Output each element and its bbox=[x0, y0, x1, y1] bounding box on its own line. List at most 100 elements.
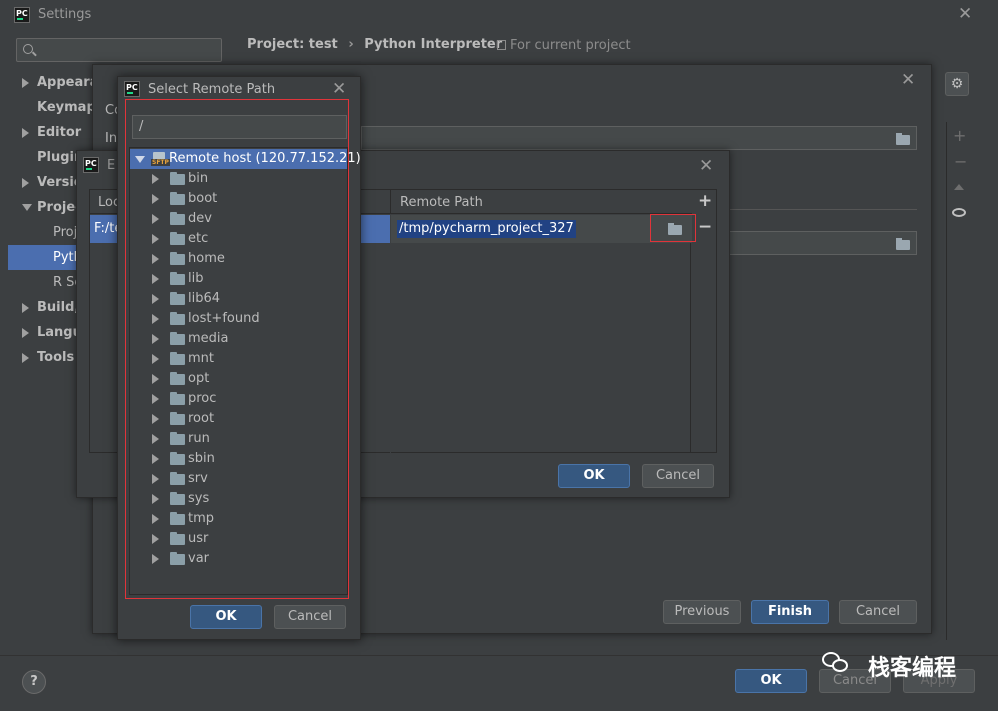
expand-arrow-icon[interactable] bbox=[152, 554, 159, 564]
tree-folder-item[interactable]: dev bbox=[130, 209, 346, 229]
expand-arrow-icon[interactable] bbox=[152, 354, 159, 364]
folder-icon bbox=[170, 432, 185, 445]
folder-icon bbox=[170, 332, 185, 345]
folder-icon bbox=[170, 452, 185, 465]
tree-folder-item[interactable]: usr bbox=[130, 529, 346, 549]
edit-mappings-cancel-button[interactable]: Cancel bbox=[642, 464, 714, 488]
edit-mappings-close-icon[interactable]: ✕ bbox=[699, 158, 713, 175]
select-remote-path-close-icon[interactable]: ✕ bbox=[332, 81, 346, 98]
remote-path-value[interactable]: /tmp/pycharm_project_327 bbox=[397, 220, 576, 238]
expand-arrow-icon[interactable] bbox=[152, 474, 159, 484]
expand-arrow-icon[interactable] bbox=[152, 314, 159, 324]
folder-icon bbox=[170, 192, 185, 205]
expand-arrow-icon[interactable] bbox=[152, 414, 159, 424]
interpreter-settings-gear-button[interactable]: ⚙ bbox=[945, 72, 969, 96]
folder-icon bbox=[170, 472, 185, 485]
tree-folder-item[interactable]: bin bbox=[130, 169, 346, 189]
tree-folder-item[interactable]: boot bbox=[130, 189, 346, 209]
settings-search-input[interactable] bbox=[16, 38, 222, 62]
folder-icon bbox=[170, 352, 185, 365]
previous-button[interactable]: Previous bbox=[663, 600, 741, 624]
select-remote-cancel-button[interactable]: Cancel bbox=[274, 605, 346, 629]
add-mapping-icon[interactable]: + bbox=[698, 191, 712, 211]
expand-arrow-icon[interactable] bbox=[152, 514, 159, 524]
edit-mappings-title: E bbox=[107, 158, 116, 173]
expand-arrow-icon[interactable] bbox=[152, 374, 159, 384]
expand-arrow-icon[interactable] bbox=[152, 294, 159, 304]
expand-arrow-icon bbox=[22, 328, 29, 338]
help-button[interactable]: ? bbox=[22, 670, 46, 694]
folder-open-icon bbox=[668, 223, 682, 235]
folder-icon bbox=[170, 492, 185, 505]
tree-folder-item[interactable]: sys bbox=[130, 489, 346, 509]
wechat-icon bbox=[822, 652, 848, 674]
add-package-icon[interactable]: + bbox=[953, 126, 966, 145]
column-header-remote[interactable]: Remote Path bbox=[400, 195, 483, 210]
expand-arrow-icon bbox=[22, 128, 29, 138]
folder-icon bbox=[170, 292, 185, 305]
sync-folders-field[interactable] bbox=[729, 231, 917, 255]
finish-button[interactable]: Finish bbox=[751, 600, 829, 624]
collapse-arrow-icon bbox=[135, 156, 145, 163]
edit-mappings-ok-button[interactable]: OK bbox=[558, 464, 630, 488]
settings-window-title: Settings bbox=[38, 7, 92, 22]
add-interpreter-cancel-button[interactable]: Cancel bbox=[839, 600, 917, 624]
expand-arrow-icon[interactable] bbox=[152, 454, 159, 464]
sftp-server-icon: SFTP bbox=[151, 152, 170, 166]
expand-arrow-icon[interactable] bbox=[152, 394, 159, 404]
expand-arrow-icon[interactable] bbox=[152, 434, 159, 444]
folder-icon bbox=[170, 372, 185, 385]
select-remote-ok-button[interactable]: OK bbox=[190, 605, 262, 629]
eye-icon[interactable] bbox=[952, 208, 966, 217]
expand-arrow-icon[interactable] bbox=[152, 274, 159, 284]
folder-icon[interactable] bbox=[896, 133, 910, 145]
tree-folder-item[interactable]: srv bbox=[130, 469, 346, 489]
add-interpreter-label-2: In bbox=[105, 131, 118, 146]
expand-arrow-icon[interactable] bbox=[152, 194, 159, 204]
folder-icon bbox=[170, 552, 185, 565]
upgrade-package-icon[interactable] bbox=[954, 184, 964, 190]
expand-arrow-icon[interactable] bbox=[152, 534, 159, 544]
tree-folder-item[interactable]: tmp bbox=[130, 509, 346, 529]
breadcrumb-separator: › bbox=[348, 37, 354, 52]
expand-arrow-icon[interactable] bbox=[152, 334, 159, 344]
interpreter-path-field[interactable] bbox=[361, 126, 917, 150]
folder-icon[interactable] bbox=[896, 238, 910, 250]
expand-arrow-icon[interactable] bbox=[152, 254, 159, 264]
tree-folder-item[interactable]: lib bbox=[130, 269, 346, 289]
mapping-row-remote-cell[interactable]: /tmp/pycharm_project_327 bbox=[391, 215, 692, 243]
form-divider bbox=[729, 209, 917, 210]
tree-folder-item[interactable]: opt bbox=[130, 369, 346, 389]
tree-root-remote-host[interactable]: SFTP Remote host (120.77.152.21) bbox=[130, 149, 361, 169]
settings-title-bar: PC Settings ✕ bbox=[0, 0, 998, 30]
column-header-divider bbox=[390, 190, 391, 214]
tree-folder-item[interactable]: proc bbox=[130, 389, 346, 409]
remove-mapping-icon[interactable]: − bbox=[698, 217, 712, 237]
folder-icon bbox=[170, 232, 185, 245]
mappings-table-body-divider bbox=[390, 243, 391, 453]
remote-path-input[interactable]: / bbox=[132, 115, 347, 139]
tree-folder-item[interactable]: media bbox=[130, 329, 346, 349]
tree-folder-item[interactable]: sbin bbox=[130, 449, 346, 469]
expand-arrow-icon[interactable] bbox=[152, 214, 159, 224]
settings-ok-button[interactable]: OK bbox=[735, 669, 807, 693]
browse-remote-path-button[interactable] bbox=[650, 214, 696, 242]
breadcrumb: Project: test › Python Interpreter bbox=[247, 36, 502, 54]
tree-folder-item[interactable]: mnt bbox=[130, 349, 346, 369]
tree-folder-item[interactable]: var bbox=[130, 549, 346, 569]
tree-folder-item[interactable]: lost+found bbox=[130, 309, 346, 329]
expand-arrow-icon[interactable] bbox=[152, 494, 159, 504]
expand-arrow-icon[interactable] bbox=[152, 234, 159, 244]
add-interpreter-close-icon[interactable]: ✕ bbox=[901, 72, 915, 89]
settings-close-icon[interactable]: ✕ bbox=[958, 6, 972, 23]
expand-arrow-icon[interactable] bbox=[152, 174, 159, 184]
folder-icon bbox=[170, 252, 185, 265]
tree-folder-item[interactable]: home bbox=[130, 249, 346, 269]
remove-package-icon[interactable]: − bbox=[954, 152, 967, 171]
tree-folder-item[interactable]: root bbox=[130, 409, 346, 429]
expand-arrow-icon bbox=[22, 353, 29, 363]
tree-folder-item[interactable]: run bbox=[130, 429, 346, 449]
tree-folder-item[interactable]: lib64 bbox=[130, 289, 346, 309]
tree-folder-item[interactable]: etc bbox=[130, 229, 346, 249]
packages-toolbar: + − bbox=[946, 122, 972, 640]
